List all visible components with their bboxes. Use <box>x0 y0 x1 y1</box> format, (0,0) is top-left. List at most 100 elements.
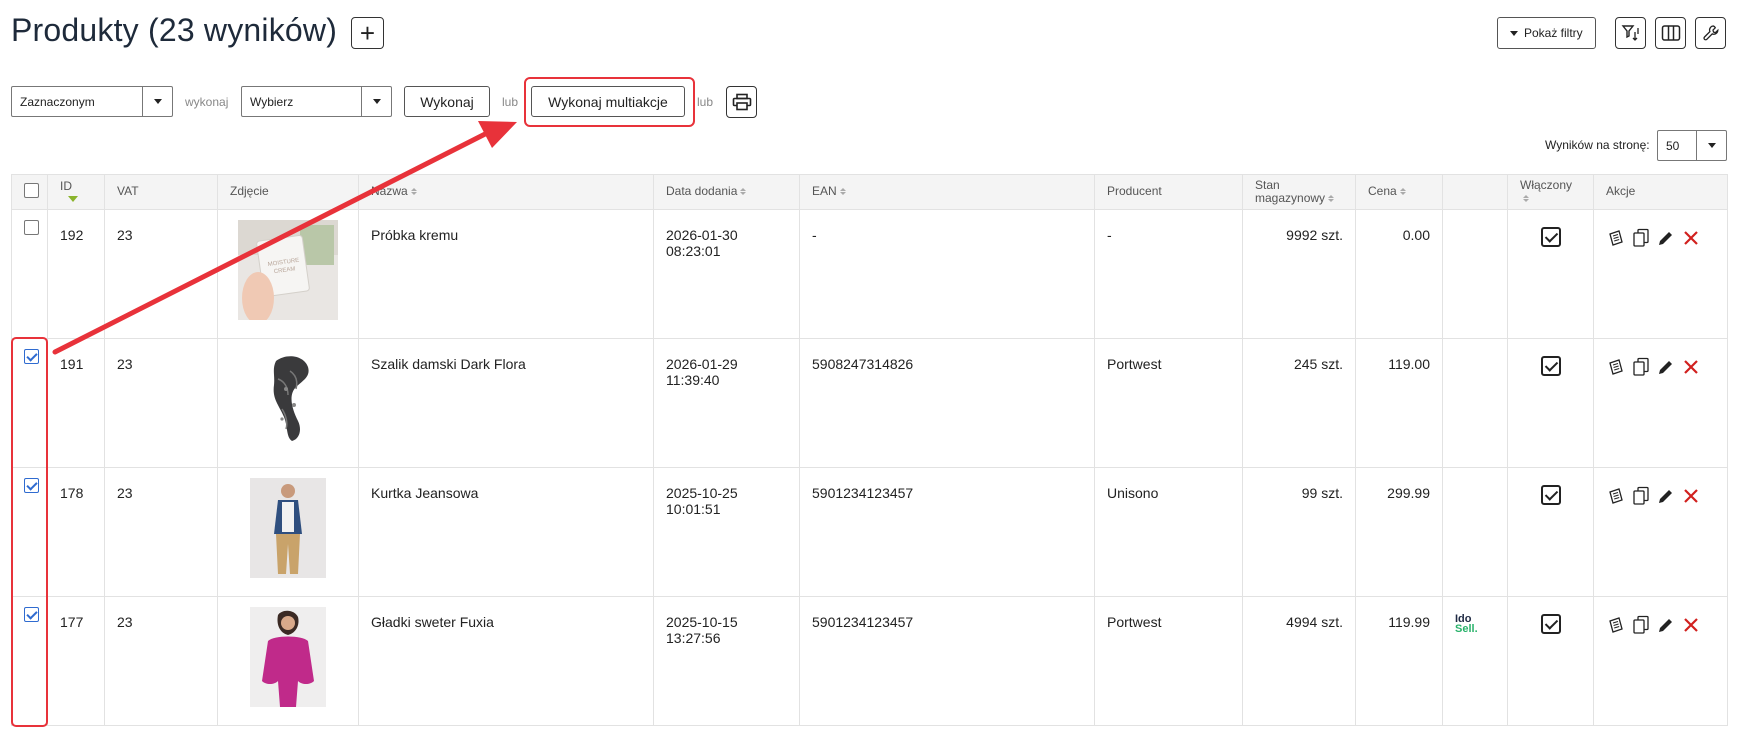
cell-price: 299.99 <box>1355 467 1443 597</box>
cell-vat: 23 <box>104 338 218 468</box>
scope-select[interactable]: Zaznaczonym <box>11 86 173 117</box>
settings-button[interactable] <box>1695 17 1726 49</box>
action-select[interactable]: Wybierz <box>241 86 392 117</box>
cell-actions <box>1593 596 1728 726</box>
copy-icon[interactable] <box>1631 485 1651 507</box>
do-label: wykonaj <box>185 95 229 109</box>
cell-integration <box>1442 338 1508 468</box>
cell-enabled <box>1507 338 1594 468</box>
description-icon[interactable] <box>1606 227 1626 249</box>
column-date-added[interactable]: Data dodania <box>653 174 800 210</box>
cell-integration <box>1442 467 1508 597</box>
product-photo-jacket <box>250 478 326 578</box>
idosell-logo: Ido Sell. <box>1455 613 1478 635</box>
cell-name: Próbka kremu <box>358 209 654 339</box>
delete-x-icon[interactable] <box>1681 614 1701 636</box>
cell-actions <box>1593 209 1728 339</box>
sort-icon <box>740 188 747 196</box>
column-photo: Zdjęcie <box>217 174 359 210</box>
cell-photo: MOISTURE CREAM <box>217 209 359 339</box>
select-all-header <box>11 174 48 210</box>
copy-icon[interactable] <box>1631 227 1651 249</box>
row-checkbox[interactable] <box>24 220 39 235</box>
filter-sort-icon <box>1621 25 1639 41</box>
execute-button[interactable]: Wykonaj <box>404 86 490 117</box>
cell-vat: 23 <box>104 467 218 597</box>
printer-icon <box>732 93 751 111</box>
print-button[interactable] <box>726 86 757 118</box>
cell-id: 177 <box>47 596 105 726</box>
edit-pencil-icon[interactable] <box>1656 227 1676 249</box>
column-id[interactable]: ID <box>47 174 105 210</box>
enabled-checkbox[interactable] <box>1540 614 1561 634</box>
delete-x-icon[interactable] <box>1681 356 1701 378</box>
scope-select-value: Zaznaczonym <box>20 94 95 109</box>
cell-vat: 23 <box>104 596 218 726</box>
select-all-checkbox[interactable] <box>24 183 39 198</box>
cell-enabled <box>1507 209 1594 339</box>
copy-icon[interactable] <box>1631 356 1651 378</box>
wrench-icon <box>1702 25 1718 41</box>
cell-id: 192 <box>47 209 105 339</box>
cell-producer: Portwest <box>1094 596 1243 726</box>
cell-date: 2026-01-30 08:23:01 <box>653 209 800 339</box>
column-vat[interactable]: VAT <box>104 174 218 210</box>
show-filters-label: Pokaż filtry <box>1524 26 1583 40</box>
column-enabled[interactable]: Włączony <box>1507 174 1594 210</box>
edit-pencil-icon[interactable] <box>1656 614 1676 636</box>
add-product-button[interactable]: + <box>351 17 384 49</box>
sort-icon <box>839 188 846 196</box>
sort-desc-icon <box>68 196 78 202</box>
description-icon[interactable] <box>1606 614 1626 636</box>
description-icon[interactable] <box>1606 356 1626 378</box>
sort-icon <box>1328 195 1335 203</box>
column-ean[interactable]: EAN <box>799 174 1095 210</box>
table-row: 178 23 Kurtka Jeansowa 2025-10-25 10:01:5… <box>11 467 1728 597</box>
products-table: ID VAT Zdjęcie Nazwa Data dodania EAN Pr… <box>11 174 1728 726</box>
cell-producer: - <box>1094 209 1243 339</box>
cell-stock: 9992 szt. <box>1242 209 1356 339</box>
enabled-checkbox[interactable] <box>1540 356 1561 376</box>
filter-sort-button[interactable] <box>1615 17 1646 49</box>
per-page-value: 50 <box>1666 138 1680 153</box>
show-filters-button[interactable]: Pokaż filtry <box>1497 17 1596 49</box>
edit-pencil-icon[interactable] <box>1656 485 1676 507</box>
cell-stock: 99 szt. <box>1242 467 1356 597</box>
cell-integration: Ido Sell. <box>1442 596 1508 726</box>
cell-date: 2025-10-25 10:01:51 <box>653 467 800 597</box>
delete-x-icon[interactable] <box>1681 227 1701 249</box>
product-photo-scarf <box>238 349 338 449</box>
cell-producer: Portwest <box>1094 338 1243 468</box>
cell-name: Kurtka Jeansowa <box>358 467 654 597</box>
cell-stock: 4994 szt. <box>1242 596 1356 726</box>
enabled-checkbox[interactable] <box>1540 485 1561 505</box>
column-producer: Producent <box>1094 174 1243 210</box>
sort-icon <box>410 188 417 196</box>
edit-pencil-icon[interactable] <box>1656 356 1676 378</box>
column-stock[interactable]: Stan magazynowy <box>1242 174 1356 210</box>
cell-name: Szalik damski Dark Flora <box>358 338 654 468</box>
chevron-down-icon <box>142 87 172 116</box>
or-label-2: lub <box>697 95 714 109</box>
cell-price: 119.99 <box>1355 596 1443 726</box>
copy-icon[interactable] <box>1631 614 1651 636</box>
action-select-value: Wybierz <box>250 94 294 109</box>
cell-id: 178 <box>47 467 105 597</box>
sort-icon <box>1523 195 1529 203</box>
cell-photo <box>217 467 359 597</box>
product-photo-sweater <box>250 607 326 707</box>
or-label: lub <box>502 95 519 109</box>
column-price[interactable]: Cena <box>1355 174 1443 210</box>
cell-actions <box>1593 467 1728 597</box>
per-page-label: Wyników na stronę: <box>1545 138 1650 152</box>
column-name[interactable]: Nazwa <box>358 174 654 210</box>
cell-photo <box>217 338 359 468</box>
table-row: 192 23 MOISTURE CREAM Próbka kremu 2026-… <box>11 209 1728 339</box>
cell-name: Gładki sweter Fuxia <box>358 596 654 726</box>
description-icon[interactable] <box>1606 485 1626 507</box>
table-row: 177 23 Gładki sweter Fuxia 2025-10-15 13:… <box>11 596 1728 726</box>
enabled-checkbox[interactable] <box>1540 227 1561 247</box>
columns-button[interactable] <box>1655 17 1686 49</box>
per-page-select[interactable]: 50 <box>1657 130 1727 161</box>
delete-x-icon[interactable] <box>1681 485 1701 507</box>
